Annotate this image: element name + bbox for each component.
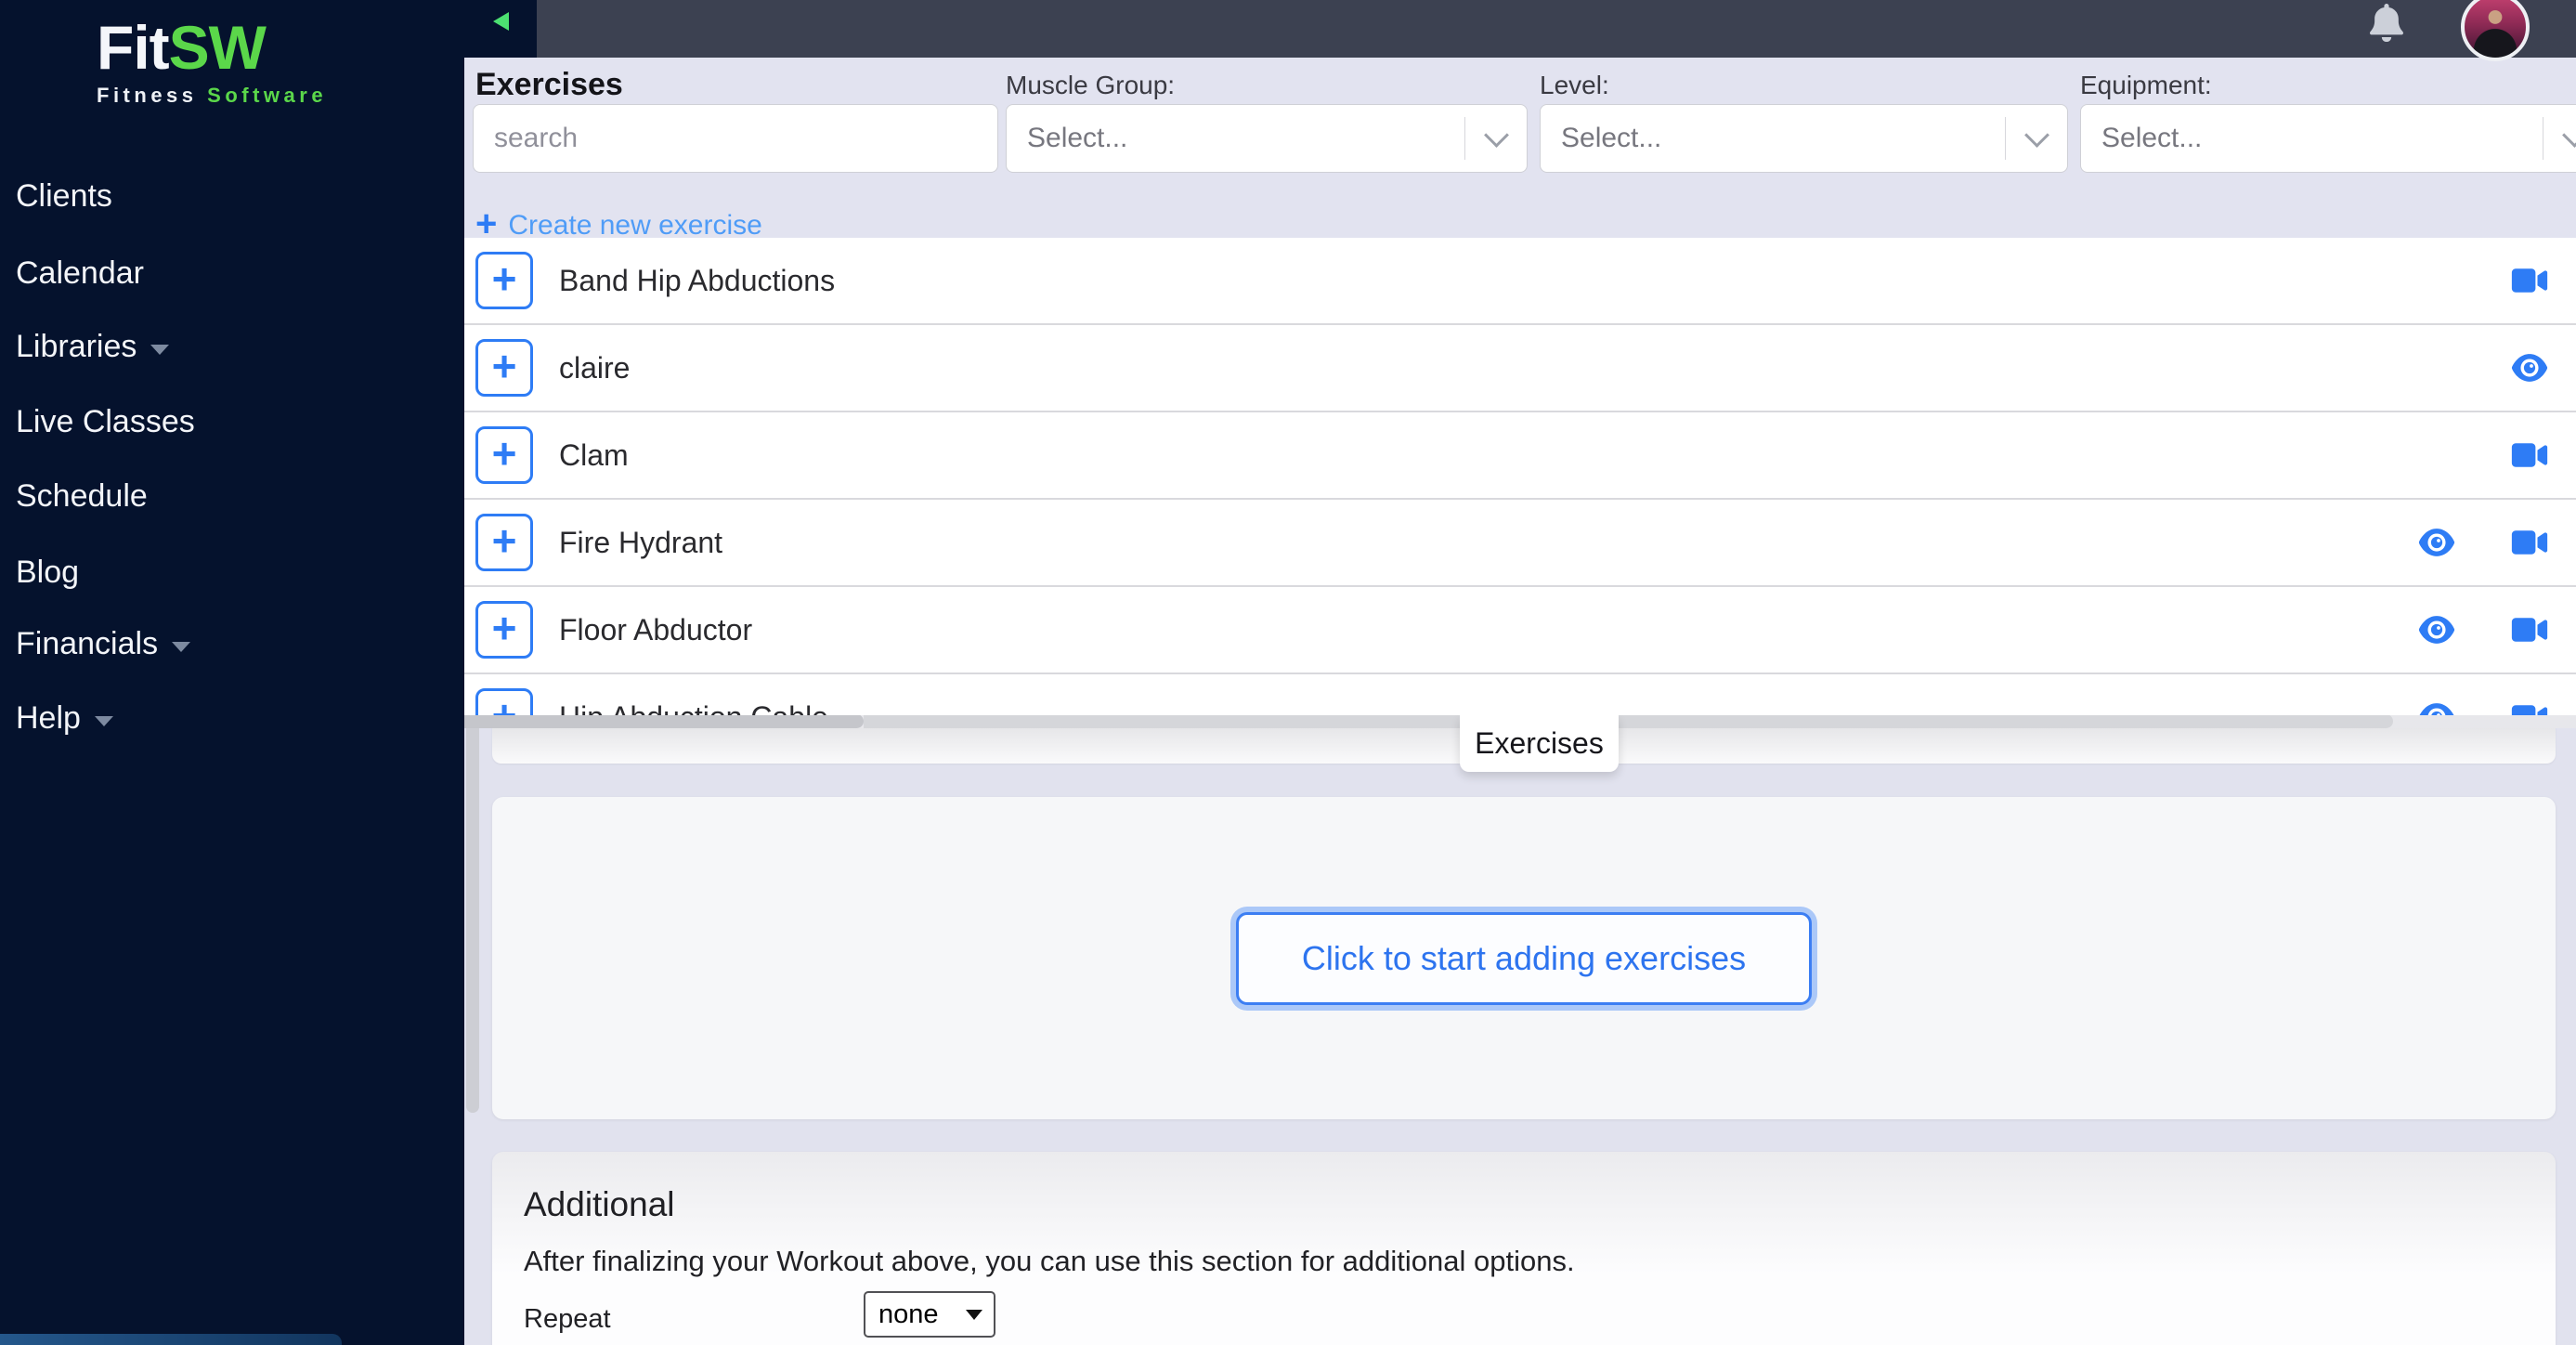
chevron-down-icon[interactable] <box>2543 122 2576 148</box>
sidebar-item-label: Clients <box>16 177 112 214</box>
video-icon[interactable] <box>2507 438 2552 472</box>
sidebar-item-label: Schedule <box>16 477 148 514</box>
logo-wordmark: FitSW <box>97 13 267 82</box>
sidebar: FitSW Fitness Software Clients Calendar Li… <box>0 0 464 1345</box>
level-select-value: Select... <box>1561 123 1662 153</box>
plus-icon: + <box>475 203 498 244</box>
search-input[interactable] <box>473 104 998 173</box>
add-exercise-button[interactable]: + <box>475 426 533 484</box>
exercises-panel: Exercises Muscle Group: Level: Equipment… <box>464 58 2576 715</box>
muscle-group-label: Muscle Group: <box>1006 71 1176 99</box>
chevron-down-icon <box>94 715 113 726</box>
sidebar-item-financials[interactable]: Financials <box>16 624 191 663</box>
repeat-select-value: none <box>878 1299 939 1329</box>
sidebar-item-label: Help <box>16 699 81 736</box>
exercise-name: Band Hip Abductions <box>559 263 836 297</box>
notifications-bell-icon[interactable] <box>2370 4 2403 43</box>
exercises-panel-title: Exercises <box>475 67 623 102</box>
fitsw-logo[interactable]: FitSW Fitness Software <box>97 17 327 106</box>
sidebar-item-libraries[interactable]: Libraries <box>16 327 170 366</box>
sidebar-item-label: Financials <box>16 625 159 661</box>
exercise-name: claire <box>559 350 631 385</box>
exercise-list: + Band Hip Abductions + claire + Clam + … <box>464 238 2576 715</box>
video-icon[interactable] <box>2507 526 2552 559</box>
equipment-label: Equipment: <box>2080 71 2212 99</box>
sidebar-item-label: Live Classes <box>16 403 195 439</box>
exercise-drop-area: Click to start adding exercises <box>492 797 2556 1119</box>
chat-launcher-strip[interactable] <box>0 1334 342 1345</box>
sidebar-item-live-classes[interactable]: Live Classes <box>16 402 195 441</box>
sidebar-item-label: Calendar <box>16 255 144 291</box>
repeat-label: Repeat <box>524 1304 611 1334</box>
additional-heading: Additional <box>524 1185 675 1223</box>
vertical-scrollbar[interactable] <box>466 723 479 1113</box>
chevron-down-icon <box>150 344 170 355</box>
scrollbar-thumb[interactable] <box>864 714 2393 728</box>
exercise-row: + Fire Hydrant <box>464 500 2576 587</box>
top-bar <box>464 0 2576 61</box>
level-select[interactable]: Select... <box>1540 104 2068 173</box>
eye-icon[interactable] <box>2414 700 2459 715</box>
app-root: Exercises Click to start adding exercise… <box>0 0 2576 1345</box>
chevron-down-icon <box>172 641 191 652</box>
repeat-select[interactable]: none <box>864 1291 995 1338</box>
user-avatar[interactable] <box>2461 0 2530 61</box>
chevron-down-icon[interactable] <box>2006 122 2067 148</box>
collapse-sidebar-icon[interactable] <box>492 12 509 31</box>
exercise-row: + Floor Abductor <box>464 587 2576 674</box>
sidebar-item-clients[interactable]: Clients <box>16 176 112 215</box>
exercise-name: Fire Hydrant <box>559 525 723 559</box>
add-exercise-button[interactable]: + <box>475 514 533 571</box>
sidebar-collapse-block <box>464 0 537 58</box>
exercise-row-actions <box>2414 613 2552 646</box>
video-icon[interactable] <box>2507 264 2552 297</box>
start-adding-exercises-button[interactable]: Click to start adding exercises <box>1236 912 1812 1005</box>
eye-icon[interactable] <box>2507 351 2552 385</box>
exercise-name: Hip Abduction Cable <box>559 700 828 716</box>
exercise-row-actions <box>2507 264 2552 297</box>
video-icon[interactable] <box>2507 613 2552 646</box>
muscle-group-select[interactable]: Select... <box>1006 104 1528 173</box>
eye-icon[interactable] <box>2414 613 2459 646</box>
sidebar-item-calendar[interactable]: Calendar <box>16 254 144 293</box>
exercise-name: Clam <box>559 437 629 472</box>
exercise-row-actions <box>2414 700 2552 715</box>
exercise-row: + Band Hip Abductions <box>464 238 2576 325</box>
sidebar-item-blog[interactable]: Blog <box>16 553 79 592</box>
add-exercise-button[interactable]: + <box>475 601 533 659</box>
exercise-name: Floor Abductor <box>559 612 753 646</box>
exercise-row-actions <box>2414 526 2552 559</box>
add-exercise-button[interactable]: + <box>475 688 533 715</box>
tab-exercises[interactable]: Exercises <box>1460 715 1619 772</box>
equipment-select[interactable]: Select... <box>2080 104 2576 173</box>
create-new-exercise-label: Create new exercise <box>508 210 762 241</box>
logo-tagline: Fitness Software <box>97 84 328 107</box>
chevron-down-icon[interactable] <box>1465 122 1527 148</box>
video-icon[interactable] <box>2507 700 2552 715</box>
additional-description: After finalizing your Workout above, you… <box>524 1245 1575 1277</box>
level-label: Level: <box>1540 71 1609 99</box>
additional-section: Additional After finalizing your Workout… <box>492 1152 2556 1345</box>
add-exercise-button[interactable]: + <box>475 252 533 309</box>
sidebar-item-schedule[interactable]: Schedule <box>16 477 148 516</box>
add-exercise-button[interactable]: + <box>475 339 533 397</box>
caret-down-icon <box>966 1309 982 1320</box>
exercise-row: + claire <box>464 325 2576 412</box>
equipment-select-value: Select... <box>2101 123 2203 153</box>
sidebar-item-label: Libraries <box>16 328 137 364</box>
muscle-group-select-value: Select... <box>1027 123 1128 153</box>
exercise-row-actions <box>2507 438 2552 472</box>
sidebar-item-help[interactable]: Help <box>16 699 113 738</box>
scrollbar-thumb[interactable] <box>464 714 864 728</box>
sidebar-item-label: Blog <box>16 554 80 590</box>
exercise-row-actions <box>2507 351 2552 385</box>
exercise-row: + Hip Abduction Cable <box>464 674 2576 715</box>
exercise-row: + Clam <box>464 412 2576 500</box>
eye-icon[interactable] <box>2414 526 2459 559</box>
